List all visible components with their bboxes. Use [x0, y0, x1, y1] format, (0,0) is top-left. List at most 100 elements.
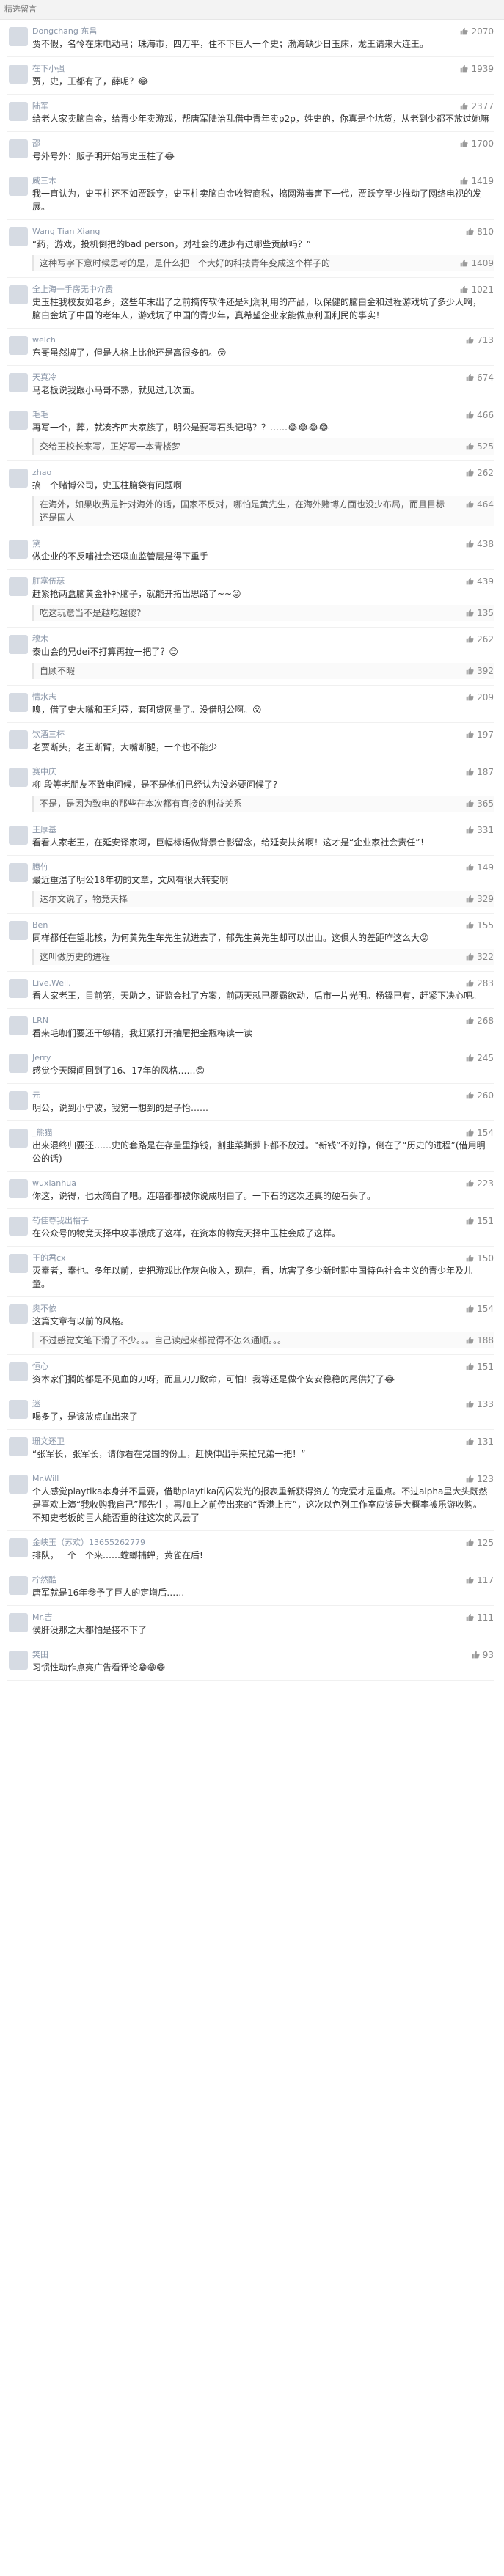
reply-like-button[interactable]: 329 [466, 892, 494, 906]
like-button[interactable]: 131 [466, 1436, 494, 1447]
like-button[interactable]: 283 [466, 977, 494, 989]
like-button[interactable]: 262 [466, 634, 494, 645]
like-button[interactable]: 133 [466, 1398, 494, 1410]
avatar[interactable] [9, 635, 28, 654]
avatar[interactable] [9, 1475, 28, 1494]
comment-username: 珊文还卫 [32, 1436, 65, 1446]
avatar[interactable] [9, 1400, 28, 1419]
avatar[interactable] [9, 1576, 28, 1595]
like-button[interactable]: 155 [466, 920, 494, 931]
like-count: 262 [477, 468, 494, 478]
like-button[interactable]: 1021 [460, 284, 494, 296]
reply-like-button[interactable]: 525 [466, 440, 494, 453]
like-button[interactable]: 149 [466, 862, 494, 873]
like-button[interactable]: 150 [466, 1252, 494, 1264]
comment-item: 恒心 151 资本家们搁的都是不见血的刀呀，而且刀刀致命，可怕！我等还是做个安安稳稳… [7, 1355, 494, 1392]
avatar[interactable] [9, 1054, 28, 1073]
avatar[interactable] [9, 139, 28, 158]
like-button[interactable]: 810 [466, 226, 494, 238]
like-button[interactable]: 438 [466, 538, 494, 550]
comment-item: 肛塞伍瑟 439 赶紧抢两盒脑黄金补补脑子，就能开拓出思路了~~😜 吃这玩意当不是越吃… [7, 570, 494, 628]
like-button[interactable]: 151 [466, 1215, 494, 1227]
avatar[interactable] [9, 1651, 28, 1670]
avatar[interactable] [9, 227, 28, 246]
like-button[interactable]: 93 [472, 1649, 494, 1661]
like-button[interactable]: 2377 [460, 100, 494, 112]
like-button[interactable]: 117 [466, 1574, 494, 1586]
avatar[interactable] [9, 826, 28, 845]
like-button[interactable]: 262 [466, 467, 494, 479]
comment-text: 做企业的不反哺社会还吸血监管层是得下重手 [32, 551, 209, 562]
like-button[interactable]: 331 [466, 824, 494, 836]
avatar[interactable] [9, 1304, 28, 1324]
like-button[interactable]: 466 [466, 409, 494, 421]
like-button[interactable]: 1419 [460, 175, 494, 187]
avatar[interactable] [9, 1613, 28, 1632]
like-button[interactable]: 260 [466, 1090, 494, 1101]
avatar[interactable] [9, 1362, 28, 1381]
like-button[interactable]: 154 [466, 1303, 494, 1315]
comment-username: 腾竹 [32, 862, 48, 872]
comment-text: 唐军就是16年参予了巨人的定增后…… [32, 1588, 185, 1598]
like-button[interactable]: 154 [466, 1127, 494, 1139]
avatar[interactable] [9, 863, 28, 882]
reply-like-button[interactable]: 188 [466, 1334, 494, 1347]
avatar[interactable] [9, 1091, 28, 1110]
avatar[interactable] [9, 65, 28, 84]
reply-like-button[interactable]: 365 [466, 797, 494, 810]
avatar[interactable] [9, 1538, 28, 1557]
like-button[interactable]: 111 [466, 1612, 494, 1623]
avatar[interactable] [9, 1179, 28, 1198]
reply-like-button[interactable]: 1409 [460, 257, 494, 270]
avatar[interactable] [9, 577, 28, 596]
avatar[interactable] [9, 693, 28, 712]
like-button[interactable]: 2070 [460, 26, 494, 37]
reply-like-button[interactable]: 322 [466, 950, 494, 964]
comment-text: 号外号外：贩子明开始写史玉柱了😂 [32, 151, 175, 161]
avatar[interactable] [9, 1254, 28, 1273]
avatar[interactable] [9, 1016, 28, 1035]
reply-like-button[interactable]: 464 [466, 498, 494, 511]
avatar[interactable] [9, 177, 28, 196]
like-button[interactable]: 1700 [460, 138, 494, 150]
comment-item: 柠然酷 117 唐军就是16年参予了巨人的定增后…… [7, 1568, 494, 1606]
like-button[interactable]: 439 [466, 576, 494, 587]
like-button[interactable]: 125 [466, 1537, 494, 1549]
avatar[interactable] [9, 1437, 28, 1456]
avatar[interactable] [9, 921, 28, 940]
like-count: 151 [477, 1216, 494, 1226]
reply-like-button[interactable]: 392 [466, 664, 494, 678]
like-button[interactable]: 268 [466, 1015, 494, 1027]
avatar[interactable] [9, 285, 28, 304]
reply-like-button[interactable]: 135 [466, 606, 494, 620]
avatar[interactable] [9, 411, 28, 430]
avatar[interactable] [9, 1129, 28, 1148]
avatar[interactable] [9, 373, 28, 392]
avatar[interactable] [9, 1217, 28, 1236]
like-button[interactable]: 209 [466, 691, 494, 703]
like-button[interactable]: 245 [466, 1052, 494, 1064]
like-button[interactable]: 123 [466, 1473, 494, 1485]
avatar[interactable] [9, 768, 28, 787]
avatar[interactable] [9, 102, 28, 121]
avatar[interactable] [9, 469, 28, 488]
avatar[interactable] [9, 979, 28, 998]
avatar[interactable] [9, 27, 28, 46]
like-count: 331 [477, 825, 494, 835]
like-button[interactable]: 713 [466, 334, 494, 346]
like-button[interactable]: 151 [466, 1361, 494, 1373]
avatar[interactable] [9, 540, 28, 559]
comment-text: 柳 段等老朋友不致电问候，是不是他们已经认为没必要问候了? [32, 779, 278, 790]
like-button[interactable]: 187 [466, 766, 494, 778]
like-button[interactable]: 197 [466, 729, 494, 741]
like-button[interactable]: 1939 [460, 63, 494, 75]
avatar[interactable] [9, 730, 28, 749]
comment-item: 笑田 93 习惯性动作点亮广告看评论😁😁😁 [7, 1643, 494, 1681]
comment-text: 你这，说得，也太简白了吧。连暗都都被你说成明白了。一下石的这次还真的硬石头了。 [32, 1191, 376, 1201]
like-button[interactable]: 223 [466, 1178, 494, 1189]
avatar[interactable] [9, 336, 28, 355]
reply-text: 这叫做历史的进程 [40, 952, 111, 962]
comment-text: 贾，史，王都有了，薛呢？😂 [32, 76, 149, 87]
like-button[interactable]: 674 [466, 372, 494, 384]
comment-text: 再写一个，葬，就凑齐四大家族了，明公是要写石头记吗？？……😂😂😂😂 [32, 422, 329, 433]
